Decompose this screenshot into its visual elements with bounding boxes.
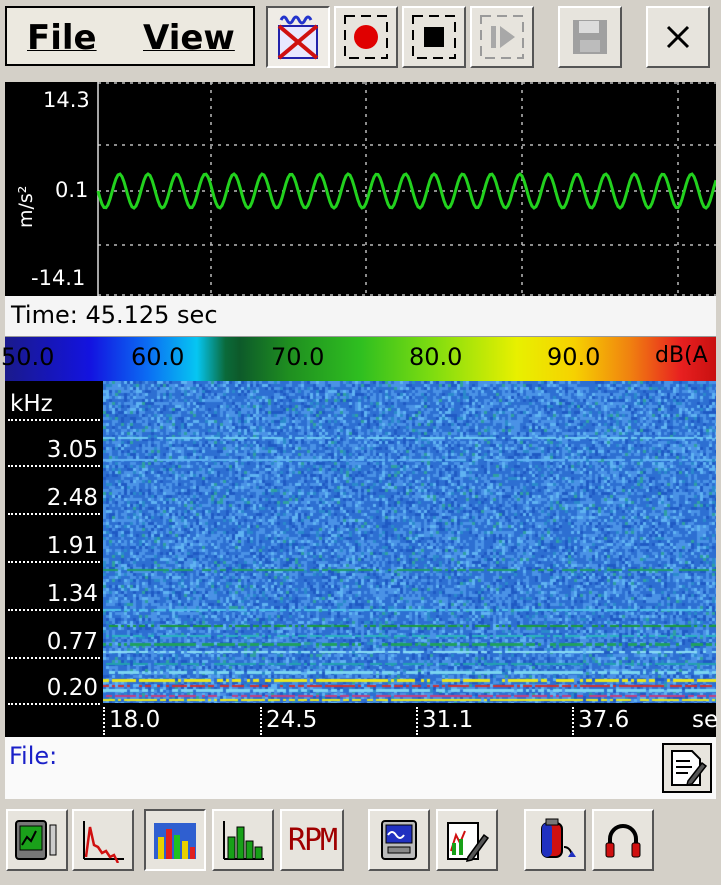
freq-tick-label: 2.48 <box>8 485 100 515</box>
monitor-icon <box>381 820 417 860</box>
top-toolbar: File View <box>0 0 721 80</box>
chart-edit-button[interactable] <box>436 809 498 871</box>
scale-unit-label: dB(A <box>655 343 708 368</box>
close-icon <box>666 25 690 49</box>
freq-tick-label: 0.77 <box>8 629 100 659</box>
spectrogram-panel[interactable]: kHz 3.05 2.48 1.91 1.34 0.77 0.20 18.0 2… <box>5 381 719 737</box>
time-tick-label: 37.6 <box>572 707 629 735</box>
freq-tick-label: 1.91 <box>8 533 100 563</box>
y-max-label: 14.3 <box>43 88 90 112</box>
rpm-button[interactable]: RPM <box>280 809 344 871</box>
scale-label-90: 90.0 <box>547 343 601 371</box>
frequency-axis: kHz 3.05 2.48 1.91 1.34 0.77 0.20 <box>5 381 100 705</box>
scale-label-70: 70.0 <box>271 343 325 371</box>
spectrogram-image <box>103 381 716 703</box>
color-scale-bar: 50.0 60.0 70.0 80.0 90.0 dB(A <box>1 337 716 381</box>
time-tick-label: 31.1 <box>416 707 473 735</box>
signal-toggle-button[interactable] <box>266 6 330 68</box>
signal-off-icon <box>277 15 319 60</box>
rpm-label: RPM <box>287 822 338 858</box>
freq-tick-label: 0.20 <box>8 675 100 705</box>
menu-file[interactable]: File <box>27 18 97 58</box>
stop-button[interactable] <box>402 6 466 68</box>
menu-bar: File View <box>5 6 255 66</box>
waveform-plot <box>96 82 716 296</box>
spectrogram-button[interactable] <box>144 809 206 871</box>
time-tick-label: 24.5 <box>260 707 317 735</box>
spectrum-line-button[interactable] <box>72 809 134 871</box>
save-icon <box>573 20 607 54</box>
file-label: File: <box>9 742 58 770</box>
stop-icon <box>412 15 456 59</box>
record-icon <box>344 15 388 59</box>
scale-label-80: 80.0 <box>409 343 463 371</box>
freq-unit-label: kHz <box>8 391 100 421</box>
scale-label-50: 50.0 <box>1 343 55 371</box>
headphones-button[interactable] <box>592 809 654 871</box>
headphones-icon <box>605 824 641 858</box>
bar-graph-button[interactable] <box>212 809 274 871</box>
spectrogram-icon <box>154 823 196 859</box>
bottom-toolbar: RPM <box>0 801 721 885</box>
device-meter-button[interactable] <box>6 809 68 871</box>
notes-button[interactable] <box>662 743 712 793</box>
file-info-row: File: <box>5 737 716 799</box>
play-step-button[interactable] <box>470 6 534 68</box>
menu-view[interactable]: View <box>143 18 235 58</box>
y-min-label: -14.1 <box>31 266 86 290</box>
freq-tick-label: 1.34 <box>8 581 100 611</box>
waveform-panel[interactable]: 14.3 0.1 -14.1 m/s² <box>5 82 716 296</box>
time-axis: 18.0 24.5 31.1 37.6 se <box>100 703 719 737</box>
save-button[interactable] <box>558 6 622 68</box>
bar-graph-icon <box>223 821 264 860</box>
y-mid-label: 0.1 <box>55 178 89 202</box>
note-edit-icon <box>671 750 708 786</box>
time-tick-label: 18.0 <box>103 707 160 735</box>
waveform-trace <box>96 172 716 210</box>
play-step-icon <box>480 15 524 59</box>
spectrum-line-icon <box>83 821 124 863</box>
y-unit-label: m/s² <box>15 185 37 228</box>
scale-label-60: 60.0 <box>131 343 185 371</box>
freq-tick-label: 3.05 <box>8 437 100 467</box>
waveform-grid <box>97 82 716 296</box>
monitor-button[interactable] <box>368 809 430 871</box>
device-meter-icon <box>15 820 57 860</box>
time-readout: Time: 45.125 sec <box>11 301 218 329</box>
time-status-bar: Time: 45.125 sec <box>5 296 716 337</box>
record-button[interactable] <box>334 6 398 68</box>
chart-edit-icon <box>447 822 490 862</box>
accelerometer-button[interactable] <box>524 809 586 871</box>
close-button[interactable] <box>646 6 710 68</box>
time-unit-label: se <box>692 707 719 733</box>
accelerometer-icon <box>541 818 576 858</box>
